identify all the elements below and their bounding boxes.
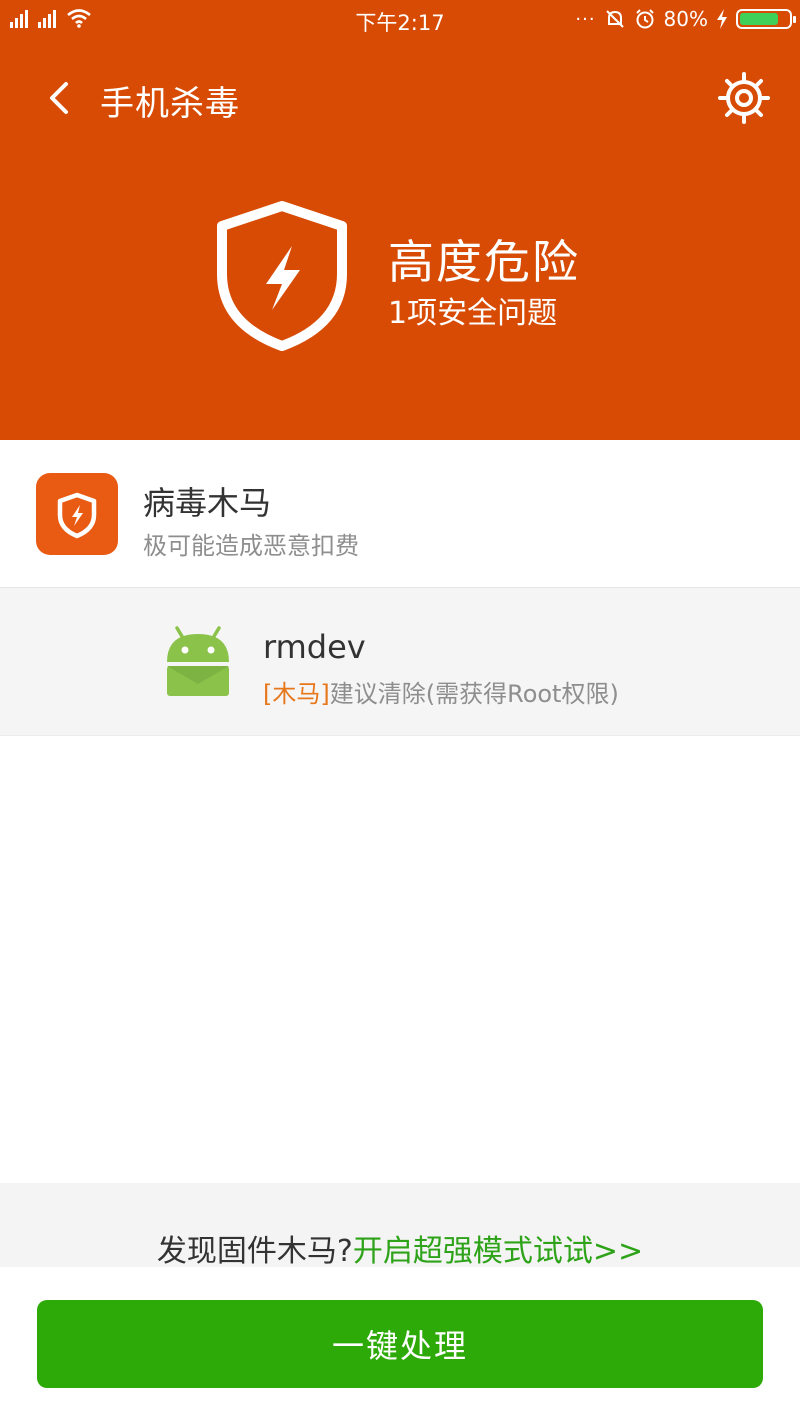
shield-bolt-icon xyxy=(57,492,97,539)
firmware-prompt: 发现固件木马?开启超强模式试试>> xyxy=(0,1226,800,1270)
more-dots: ··· xyxy=(575,8,596,30)
one-click-fix-button[interactable]: 一键处理 xyxy=(37,1300,763,1388)
shield-icon xyxy=(217,201,347,351)
category-title: 病毒木马 xyxy=(143,484,272,522)
app-name: rmdev xyxy=(263,628,366,666)
battery-percent: 80% xyxy=(663,7,708,31)
firmware-question: 发现固件木马? xyxy=(156,1234,353,1269)
alarm-icon xyxy=(635,9,654,29)
title-bar: 手机杀毒 xyxy=(0,56,800,140)
status-bar: 下午2:17 ··· 80% xyxy=(0,0,800,40)
charging-icon xyxy=(717,9,727,29)
back-icon[interactable] xyxy=(36,74,84,122)
gear-icon[interactable] xyxy=(716,70,772,126)
trojan-tag: [木马] xyxy=(263,680,330,708)
battery-fill xyxy=(740,13,779,25)
page-title: 手机杀毒 xyxy=(100,84,240,124)
battery-icon xyxy=(736,9,796,29)
danger-level: 高度危险 xyxy=(388,235,580,289)
category-subtitle: 极可能造成恶意扣费 xyxy=(143,532,359,560)
status-right: ··· 80% xyxy=(575,7,796,31)
super-mode-link[interactable]: 开启超强模式试试>> xyxy=(353,1234,643,1269)
virus-category-icon xyxy=(36,473,118,555)
header: 下午2:17 ··· 80% 手机杀毒 高度危险 1项安全问题 xyxy=(0,0,800,440)
category-row: 病毒木马 极可能造成恶意扣费 xyxy=(0,440,800,588)
advice-text: 建议清除(需获得Root权限) xyxy=(329,680,619,708)
mute-bell-icon xyxy=(605,10,624,28)
list-item[interactable]: rmdev [木马]建议清除(需获得Root权限) xyxy=(0,588,800,736)
action-area: 一键处理 xyxy=(0,1267,800,1422)
android-icon xyxy=(167,626,229,696)
app-advice: [木马]建议清除(需获得Root权限) xyxy=(263,674,619,709)
issue-summary: 1项安全问题 xyxy=(388,296,558,331)
